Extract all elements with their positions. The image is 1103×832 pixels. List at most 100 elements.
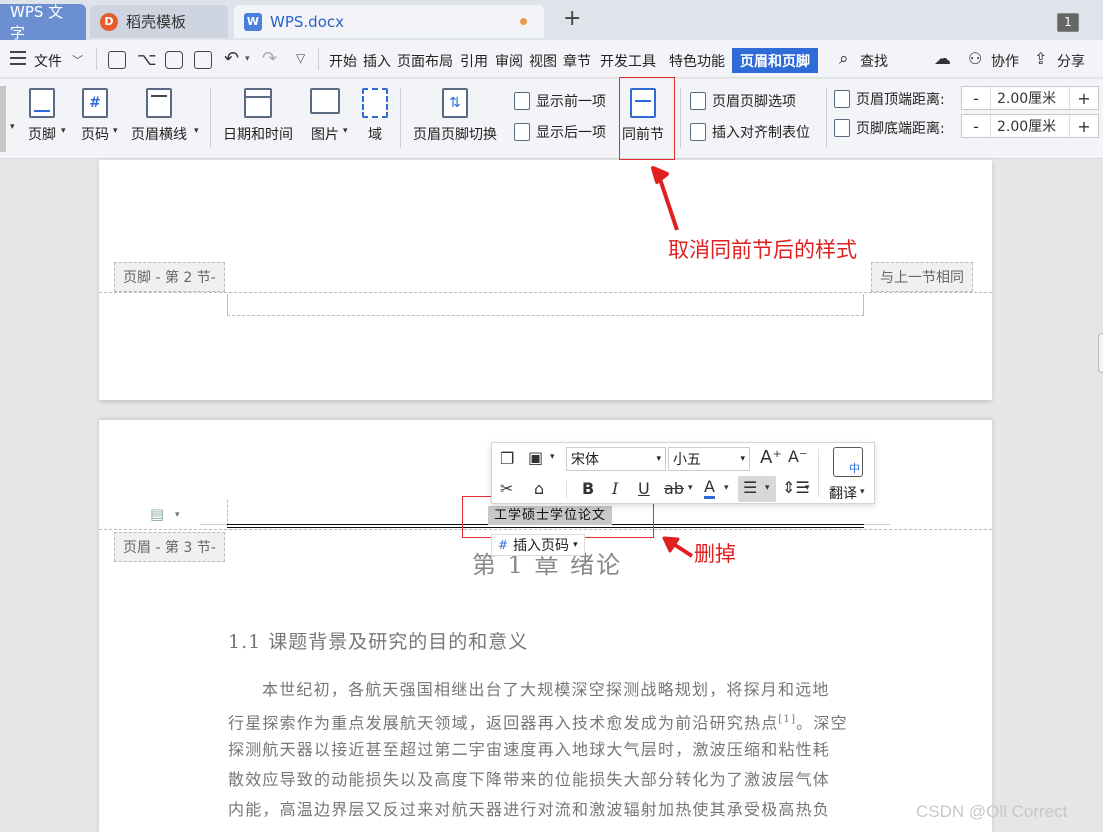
header-footer-options-button[interactable]: 页眉页脚选项 — [690, 91, 796, 111]
decrease-button[interactable]: - — [962, 87, 990, 109]
menu-insert[interactable]: 插入 — [363, 51, 391, 71]
font-name-select[interactable]: 宋体 ▾ — [566, 447, 666, 471]
field-button[interactable]: 域 — [362, 88, 388, 144]
header-top-distance-stepper[interactable]: - 2.00厘米 + — [961, 86, 1099, 110]
window-counter[interactable]: 1 — [1057, 13, 1079, 32]
chevron-down-icon[interactable]: ▾ — [175, 510, 180, 520]
show-previous-icon — [514, 92, 530, 110]
footer-boundary — [99, 292, 992, 293]
copy-icon[interactable]: ❐ — [500, 449, 514, 468]
hamburger-icon[interactable] — [10, 51, 26, 65]
tab-wps-writer[interactable]: WPS 文字 — [0, 3, 86, 42]
font-size-value: 小五 — [673, 452, 701, 468]
cloud-sync-icon[interactable]: ☁ — [934, 49, 951, 69]
print-icon[interactable] — [165, 51, 183, 69]
chevron-down-icon[interactable]: ▾ — [61, 126, 66, 136]
annotation-arrow-icon — [662, 536, 694, 558]
align-button[interactable]: ☰ ▾ — [738, 476, 776, 502]
picture-button[interactable]: 图片 — [310, 88, 340, 144]
chevron-down-icon[interactable]: ﹀ — [72, 52, 83, 68]
chevron-down-icon[interactable]: ▾ — [688, 483, 693, 493]
share-icon: ⇪ — [1034, 49, 1048, 68]
increase-button[interactable]: + — [1070, 115, 1098, 137]
footer-bottom-distance-stepper[interactable]: - 2.00厘米 + — [961, 114, 1099, 138]
wps-doc-icon: W — [244, 12, 262, 31]
chevron-down-icon[interactable]: ▾ — [343, 126, 348, 136]
search-icon[interactable]: ⌕ — [839, 49, 849, 69]
increase-font-icon[interactable]: A⁺ — [760, 447, 782, 468]
italic-icon[interactable]: I — [612, 479, 618, 498]
menu-file[interactable]: 文件 — [34, 51, 62, 71]
bold-icon[interactable]: B — [582, 479, 594, 498]
side-panel-handle[interactable] — [1098, 333, 1103, 373]
paste-icon[interactable]: ▣ — [528, 448, 543, 467]
decrease-button[interactable]: - — [962, 115, 990, 137]
redo-icon[interactable]: ↷ — [262, 48, 277, 69]
font-size-select[interactable]: 小五 ▾ — [668, 447, 750, 471]
save-icon[interactable] — [108, 51, 126, 69]
divider — [826, 88, 827, 148]
format-painter-icon[interactable]: ⌥ — [137, 50, 157, 70]
undo-icon[interactable]: ↶ — [224, 48, 239, 69]
chevron-down-icon[interactable]: ▾ — [550, 452, 555, 462]
translate-label[interactable]: 翻译 — [829, 483, 857, 503]
format-painter-icon[interactable]: ⌂ — [534, 479, 544, 498]
underline-icon[interactable]: U — [638, 479, 650, 498]
footer-button[interactable]: 页脚 — [28, 88, 56, 144]
footer-bottom-distance-value[interactable]: 2.00厘米 — [990, 115, 1070, 137]
menu-chapter[interactable]: 章节 — [563, 51, 591, 71]
tab-document[interactable]: W WPS.docx — [234, 5, 544, 38]
paste-options-icon[interactable]: ▤ — [150, 505, 164, 523]
menu-header-footer[interactable]: 页眉和页脚 — [732, 48, 818, 73]
field-label: 域 — [368, 127, 382, 143]
chevron-down-icon[interactable]: ▾ — [113, 126, 118, 136]
quick-access-more-icon[interactable]: ▽ — [296, 51, 305, 65]
datetime-button[interactable]: 日期和时间 — [223, 88, 293, 144]
increase-button[interactable]: + — [1070, 87, 1098, 109]
header-line-label: 页眉横线 — [131, 127, 187, 143]
citation-mark[interactable]: [1] — [778, 714, 796, 725]
new-tab-button[interactable]: + — [563, 6, 581, 31]
menu-search[interactable]: 查找 — [860, 51, 888, 71]
section-title: 1.1 课题背景及研究的目的和意义 — [228, 631, 529, 653]
print-preview-icon[interactable] — [194, 51, 212, 69]
header-boundary — [99, 529, 992, 530]
menu-special[interactable]: 特色功能 — [669, 51, 725, 71]
show-previous-button[interactable]: 显示前一项 — [514, 91, 606, 111]
font-color-icon[interactable]: A — [704, 478, 715, 499]
chevron-down-icon[interactable]: ▾ — [194, 126, 199, 136]
show-next-button[interactable]: 显示后一项 — [514, 122, 606, 142]
insert-align-tab-button[interactable]: 插入对齐制表位 — [690, 122, 810, 142]
menu-home[interactable]: 开始 — [329, 51, 357, 71]
menu-view[interactable]: 视图 — [529, 51, 557, 71]
undo-dropdown-icon[interactable]: ▾ — [245, 54, 250, 64]
header-line-button[interactable]: 页眉横线 — [131, 88, 187, 144]
share-button[interactable]: 分享 — [1057, 51, 1085, 71]
collab-button[interactable]: 协作 — [991, 51, 1019, 71]
font-name-value: 宋体 — [571, 452, 599, 468]
page-number-icon: # — [82, 88, 108, 118]
cut-icon[interactable]: ✂ — [500, 479, 513, 498]
decrease-font-icon[interactable]: A⁻ — [788, 447, 807, 466]
tab-docer-templates[interactable]: D 稻壳模板 — [90, 5, 228, 38]
chevron-down-icon[interactable]: ▾ — [724, 483, 729, 493]
footer-bottom-text: 页脚底端距离: — [856, 121, 945, 137]
footer-content-area[interactable] — [227, 294, 864, 316]
chevron-down-icon[interactable]: ▾ — [860, 487, 865, 497]
insert-page-number-button[interactable]: # 插入页码 ▾ — [491, 534, 585, 556]
menu-review[interactable]: 审阅 — [495, 51, 523, 71]
calendar-icon — [244, 88, 272, 118]
page-number-button[interactable]: # 页码 — [81, 88, 109, 144]
strikethrough-icon[interactable]: ab — [664, 479, 684, 498]
ribbon-scroll-left[interactable] — [0, 86, 6, 152]
annotation-cancel-same: 取消同前节后的样式 — [668, 238, 857, 262]
header-top-distance-value[interactable]: 2.00厘米 — [990, 87, 1070, 109]
menu-developer[interactable]: 开发工具 — [600, 51, 656, 71]
menu-page-layout[interactable]: 页面布局 — [397, 51, 453, 71]
header-footer-switch-button[interactable]: ⇅ 页眉页脚切换 — [413, 88, 497, 144]
chevron-down-icon: ▾ — [765, 483, 770, 493]
chevron-down-icon[interactable]: ▾ — [805, 483, 810, 493]
menu-references[interactable]: 引用 — [460, 51, 488, 71]
translate-icon[interactable]: 中 — [833, 447, 863, 477]
chevron-down-icon[interactable]: ▾ — [10, 122, 15, 132]
